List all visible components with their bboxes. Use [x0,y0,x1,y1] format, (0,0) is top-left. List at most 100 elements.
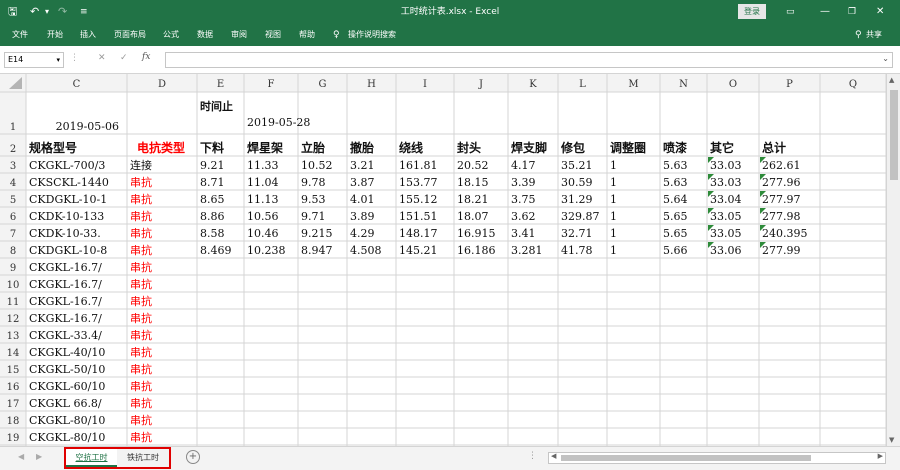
scroll-up-icon[interactable]: ▲ [889,76,894,84]
cell-text[interactable]: 焊星架 [247,140,283,155]
cell-text[interactable]: 串抗 [130,345,152,359]
cell-text[interactable]: 277.97 [762,193,801,206]
cell-text[interactable]: 串抗 [130,226,152,240]
cell-text[interactable]: 总计 [762,140,786,155]
cell-text[interactable]: 11.13 [247,193,279,206]
insert-function-icon[interactable]: fx [142,52,150,62]
cell-text[interactable]: 277.96 [762,176,801,189]
cell-text[interactable]: 3.62 [511,210,536,223]
row-header[interactable]: 12 [7,314,20,325]
tell-me-search[interactable]: 操作说明搜索 [348,24,396,46]
cell-text[interactable]: 151.51 [399,210,438,223]
cell-text[interactable]: 18.07 [457,210,489,223]
cell-text[interactable]: 1 [610,227,617,240]
cell-text[interactable]: 5.63 [663,159,688,172]
cell-text[interactable]: 9.78 [301,176,326,189]
column-header[interactable]: K [529,79,537,90]
column-header[interactable]: I [423,79,427,90]
sheet-tab-air-core[interactable]: 空抗工时 [66,449,117,467]
row-header[interactable]: 3 [10,161,16,172]
tab-help[interactable]: 帮助 [299,24,315,46]
restore-icon[interactable]: ❐ [848,0,856,24]
cell-text[interactable]: CKDK-10-33. [29,227,101,240]
cell-text[interactable]: 277.98 [762,210,801,223]
cell-text[interactable]: 8.947 [301,244,333,257]
cell-text[interactable]: 153.77 [399,176,438,189]
tab-view[interactable]: 视图 [265,24,281,46]
tab-home[interactable]: 开始 [47,24,63,46]
cell-text[interactable]: 串抗 [130,362,152,376]
cell-text[interactable]: 8.86 [200,210,225,223]
undo-dropdown-icon[interactable]: ▾ [45,0,49,24]
cell-text[interactable]: 串抗 [130,430,152,444]
cell-text[interactable]: 1 [610,159,617,172]
tab-page-layout[interactable]: 页面布局 [114,24,146,46]
column-header[interactable]: J [478,79,483,90]
tab-split-handle-icon[interactable]: ⋮ [528,451,537,461]
scroll-right-icon[interactable]: ▶ [878,452,883,460]
cell-text[interactable]: 调整圈 [610,140,646,155]
expand-formula-icon[interactable]: ⌄ [882,54,889,63]
cell-text[interactable]: 10.238 [247,244,286,257]
cell-text[interactable]: CKDGKL-10-1 [29,193,107,206]
row-header[interactable]: 17 [7,399,20,410]
cell-text[interactable]: 2019-05-28 [247,116,310,129]
worksheet-grid[interactable]: C D E F G H I J K L M N O P Q 1 2019-05-06 时间止 2019-05-28 2… [0,74,886,446]
cell-text[interactable]: 8.65 [200,193,225,206]
row-header[interactable]: 1 [10,122,16,133]
cell-text[interactable]: 时间止 [200,99,233,113]
row-header[interactable]: 8 [10,246,16,257]
cell-text[interactable]: 5.63 [663,176,688,189]
column-header[interactable]: F [268,79,275,90]
cell-text[interactable]: 撤胎 [350,140,374,155]
column-header[interactable]: E [217,79,224,90]
cell-text[interactable]: 串抗 [130,328,152,342]
tab-formulas[interactable]: 公式 [163,24,179,46]
column-header[interactable]: M [628,79,638,90]
row-header[interactable]: 10 [7,280,20,291]
cell-text[interactable]: 串抗 [130,277,152,291]
tab-data[interactable]: 数据 [197,24,213,46]
cell-text[interactable]: 串抗 [130,243,152,257]
cell-text[interactable]: 串抗 [130,192,152,206]
row-header[interactable]: 13 [7,331,20,342]
cell-text[interactable]: 5.64 [663,193,688,206]
next-sheet-icon[interactable]: ▶ [36,452,42,461]
cell-text[interactable]: 5.65 [663,210,688,223]
cell-text[interactable]: 4.17 [511,159,536,172]
cell-text[interactable]: 3.21 [350,159,375,172]
cell-text[interactable]: 焊支脚 [511,140,547,155]
cell-text[interactable]: 33.05 [710,227,742,240]
cell-text[interactable]: 立胎 [301,140,325,155]
cell-text[interactable]: 3.75 [511,193,536,206]
cell-text[interactable]: 8.469 [200,244,232,257]
column-header[interactable]: D [158,79,166,90]
cell-text[interactable]: 1 [610,176,617,189]
vertical-scroll-thumb[interactable] [890,90,898,180]
cell-text[interactable]: 20.52 [457,159,489,172]
row-header[interactable]: 18 [7,416,20,427]
cell-text[interactable]: CKDK-10-133 [29,210,104,223]
horizontal-scrollbar[interactable]: ◀ ▶ [548,452,886,464]
row-header[interactable]: 14 [7,348,20,359]
cell-text[interactable]: CKGKL-16.7/ [29,261,102,274]
cell-text[interactable]: 8.71 [200,176,225,189]
cell-text[interactable]: 145.21 [399,244,438,257]
cell-text[interactable]: 下料 [200,140,224,155]
cell-text[interactable]: 240.395 [762,227,808,240]
cell-text[interactable]: 155.12 [399,193,438,206]
cell-text[interactable]: 串抗 [130,311,152,325]
cell-text[interactable]: 4.29 [350,227,375,240]
cell-text[interactable]: 10.56 [247,210,279,223]
tab-file[interactable]: 文件 [12,24,28,46]
tab-review[interactable]: 审阅 [231,24,247,46]
ribbon-display-icon[interactable]: ▭ [786,0,795,24]
row-header[interactable]: 6 [10,212,16,223]
row-header[interactable]: 19 [7,433,20,444]
enter-icon[interactable]: ✓ [120,53,128,63]
cell-text[interactable]: 35.21 [561,159,593,172]
cell-text[interactable]: 串抗 [130,260,152,274]
cell-text[interactable]: 11.33 [247,159,279,172]
cell-text[interactable]: CKGKL-16.7/ [29,312,102,325]
cell-text[interactable]: 8.58 [200,227,225,240]
